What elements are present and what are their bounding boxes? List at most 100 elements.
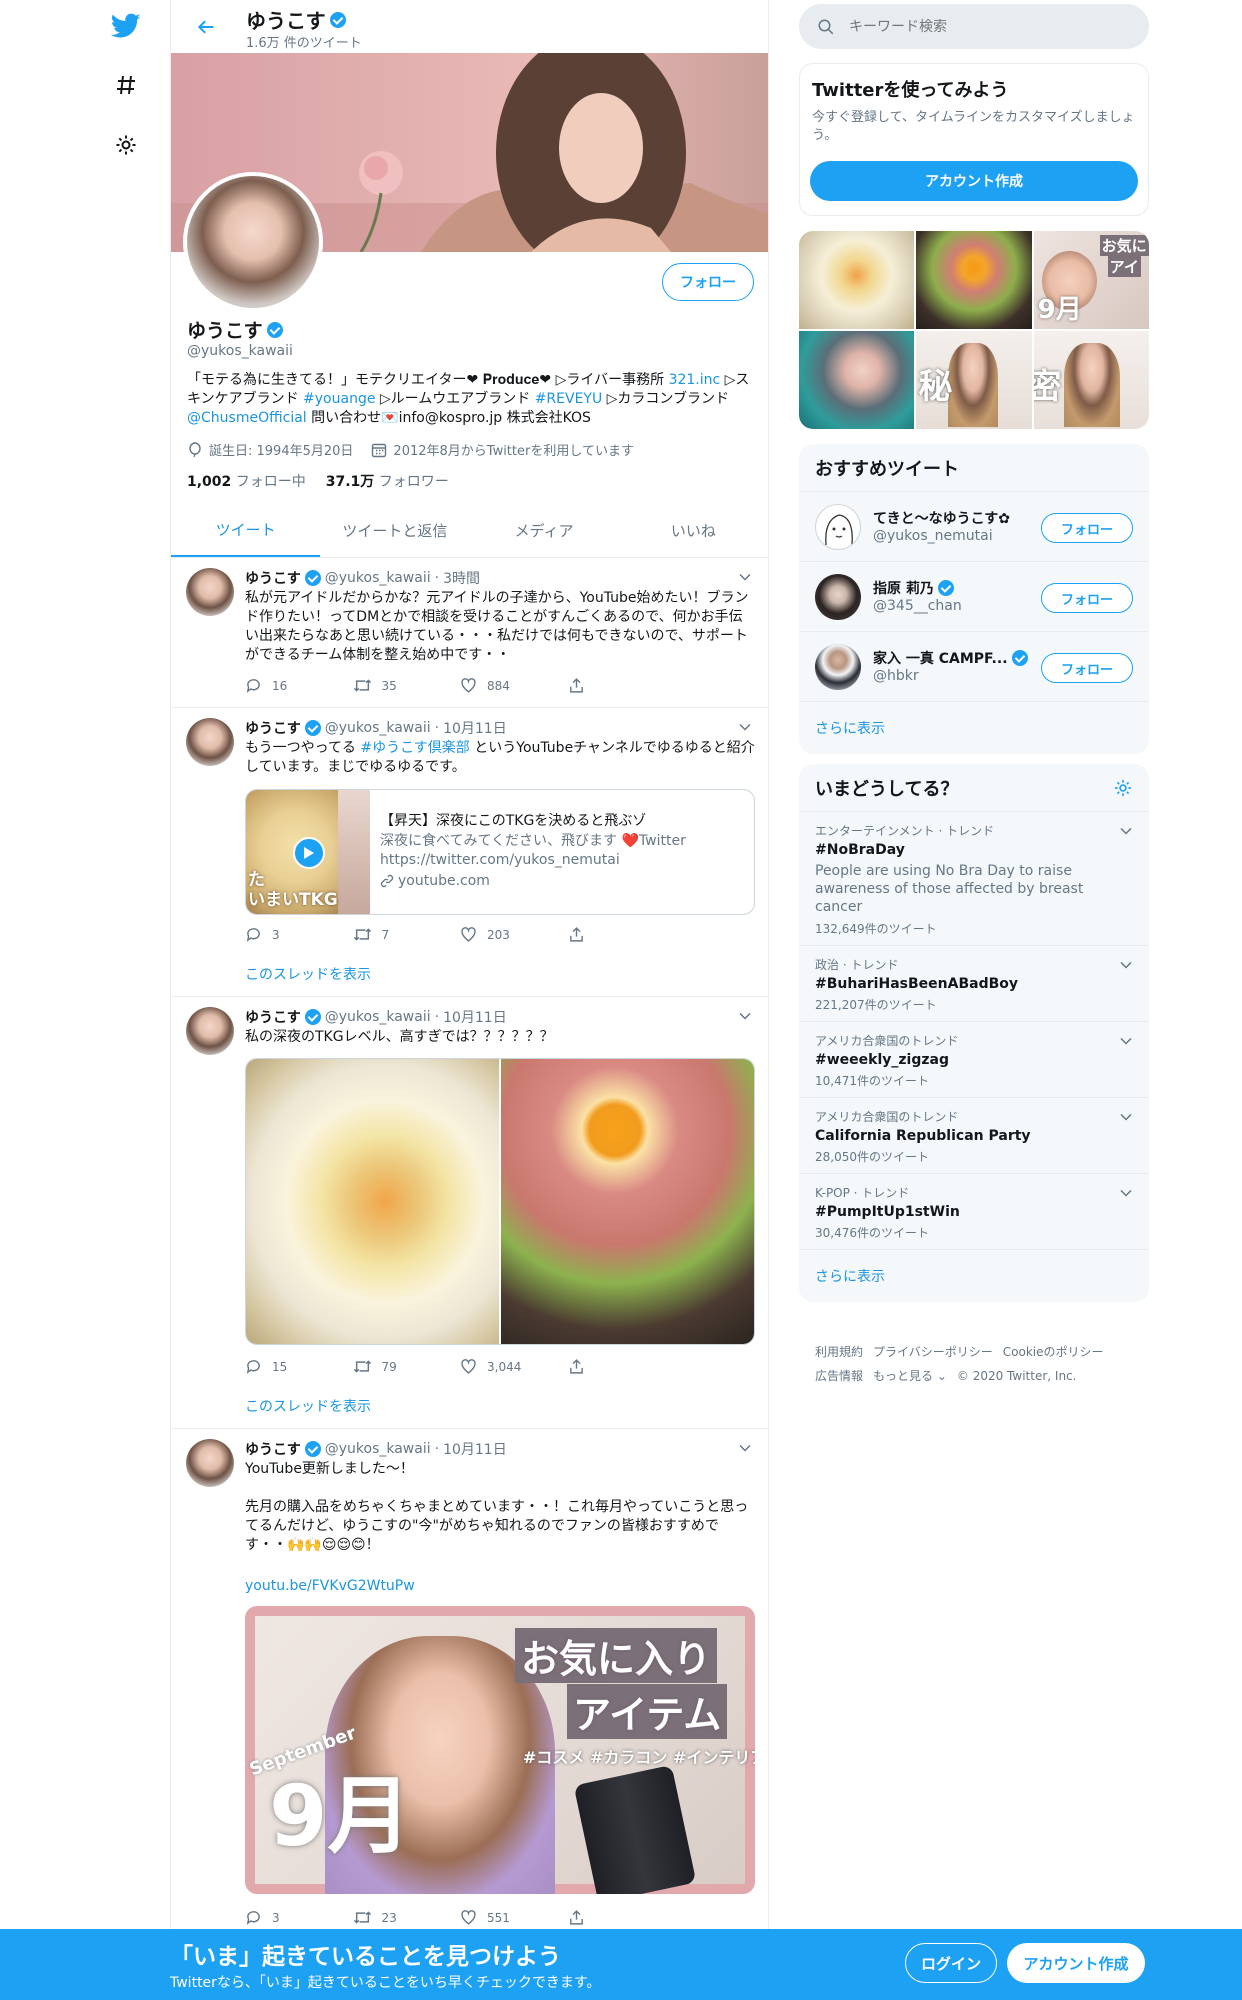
retweet-action[interactable]: 7 — [353, 926, 461, 943]
show-thread-link[interactable]: このスレッドを表示 — [245, 964, 371, 984]
twitter-bird-icon[interactable] — [108, 8, 144, 44]
profile-avatar[interactable] — [183, 172, 323, 312]
avatar[interactable] — [815, 574, 861, 620]
link-card[interactable]: たいまいTKG 【昇天】深夜にこのTKGを決めると飛ぶゾ 深夜に食べてみてくださ… — [245, 789, 755, 915]
media-thumb[interactable]: 密 — [1033, 331, 1149, 429]
tweet-author-name[interactable]: ゆうこす — [245, 568, 301, 588]
tweet-author-name[interactable]: ゆうこす — [245, 718, 301, 738]
tweet[interactable]: ゆうこす @yukos_kawaii · 10月11日 YouTube更新しまし… — [171, 1429, 768, 1929]
tweet-author-name[interactable]: ゆうこす — [245, 1439, 301, 1459]
search-input[interactable] — [849, 18, 1109, 35]
trend-item[interactable]: K-POP · トレンド #PumpItUp1stWin 30,476件のツイー… — [799, 1174, 1149, 1250]
follow-button[interactable]: フォロー — [1041, 513, 1133, 543]
bio-hashtag[interactable]: #youange — [303, 391, 375, 407]
avatar[interactable] — [186, 568, 234, 616]
footer-link-privacy[interactable]: プライバシーポリシー — [873, 1340, 993, 1364]
tweet-handle[interactable]: @yukos_kawaii — [325, 720, 431, 736]
who-item[interactable]: てきと〜なゆうこす✿ @yukos_nemutai フォロー — [799, 492, 1149, 562]
create-account-button[interactable]: アカウント作成 — [810, 161, 1138, 201]
reply-action[interactable]: 15 — [245, 1358, 353, 1375]
chevron-down-icon[interactable] — [1119, 1034, 1133, 1048]
who-name[interactable]: 指原 莉乃 — [873, 578, 954, 598]
tab-media[interactable]: メディア — [470, 503, 619, 557]
avatar[interactable] — [815, 644, 861, 690]
bio-link[interactable]: 321.inc — [669, 372, 721, 388]
retweet-action[interactable]: 79 — [353, 1358, 461, 1375]
avatar[interactable] — [815, 504, 861, 550]
follow-button[interactable]: フォロー — [662, 263, 754, 301]
who-name[interactable]: てきと〜なゆうこす✿ — [873, 508, 1010, 528]
footer-link-ads[interactable]: 広告情報 — [815, 1364, 863, 1388]
tweet-time[interactable]: 10月11日 — [443, 1439, 507, 1459]
retweet-action[interactable]: 35 — [353, 677, 461, 694]
chevron-down-icon[interactable] — [738, 1441, 752, 1455]
bio-mention[interactable]: @ChusmeOfficial — [187, 410, 307, 426]
media-thumb[interactable] — [916, 231, 1032, 329]
youtube-thumbnail[interactable]: お気に入り アイテム #コスメ #カラコン #インテリア September 9… — [245, 1606, 755, 1894]
tweet-time[interactable]: 10月11日 — [443, 1007, 507, 1027]
back-arrow-icon[interactable] — [189, 10, 223, 44]
footer-link-more[interactable]: もっと見る ⌄ — [873, 1364, 947, 1388]
trend-item[interactable]: アメリカ合衆国のトレンド #weeekly_zigzag 10,471件のツイー… — [799, 1022, 1149, 1098]
chevron-down-icon[interactable] — [738, 1009, 752, 1023]
tkg-photo-2[interactable] — [501, 1059, 754, 1344]
like-action[interactable]: 551 — [460, 1909, 568, 1926]
trend-item[interactable]: アメリカ合衆国のトレンド California Republican Party… — [799, 1098, 1149, 1174]
tab-tweets-and-replies[interactable]: ツイートと返信 — [320, 503, 469, 557]
chevron-down-icon[interactable] — [1119, 1110, 1133, 1124]
chevron-down-icon[interactable] — [738, 720, 752, 734]
chevron-down-icon[interactable] — [1119, 1186, 1133, 1200]
tweet-time[interactable]: 10月11日 — [443, 718, 507, 738]
tab-likes[interactable]: いいね — [619, 503, 768, 557]
tweet-author-name[interactable]: ゆうこす — [245, 1007, 301, 1027]
who-item[interactable]: 家入 一真 CAMPF... @hbkr フォロー — [799, 632, 1149, 702]
tweet-hashtag[interactable]: #ゆうこす倶楽部 — [360, 740, 469, 756]
like-action[interactable]: 884 — [460, 677, 568, 694]
gear-icon[interactable] — [1113, 778, 1133, 798]
tweet[interactable]: ゆうこす @yukos_kawaii · 10月11日 私の深夜のTKGレベル、… — [171, 997, 768, 1429]
like-action[interactable]: 3,044 — [460, 1358, 568, 1375]
who-name[interactable]: 家入 一真 CAMPF... — [873, 648, 1028, 668]
tweet-handle[interactable]: @yukos_kawaii — [325, 1009, 431, 1025]
follow-button[interactable]: フォロー — [1041, 653, 1133, 683]
like-action[interactable]: 203 — [460, 926, 568, 943]
show-more-link[interactable]: さらに表示 — [799, 1250, 1149, 1302]
share-action[interactable] — [568, 1909, 676, 1926]
media-thumb[interactable]: お気に アイ 9月 — [1033, 231, 1149, 329]
tab-tweets[interactable]: ツイート — [171, 503, 321, 557]
chevron-down-icon[interactable] — [738, 570, 752, 584]
tweet-handle[interactable]: @yukos_kawaii — [325, 570, 431, 586]
gear-icon[interactable] — [108, 127, 144, 163]
trend-item[interactable]: エンターテインメント · トレンド #NoBraDay People are u… — [799, 812, 1149, 946]
share-action[interactable] — [568, 1358, 676, 1375]
tweet[interactable]: ゆうこす @yukos_kawaii · 3時間 私が元アイドルだからかな？元ア… — [171, 558, 768, 708]
search-box[interactable] — [799, 4, 1149, 49]
show-more-link[interactable]: さらに表示 — [799, 702, 1149, 754]
chevron-down-icon[interactable] — [1119, 824, 1133, 838]
show-thread-link[interactable]: このスレッドを表示 — [245, 1396, 371, 1416]
login-button[interactable]: ログイン — [905, 1943, 997, 1983]
chevron-down-icon[interactable] — [1119, 958, 1133, 972]
tweet-handle[interactable]: @yukos_kawaii — [325, 1441, 431, 1457]
trend-item[interactable]: 政治 · トレンド #BuhariHasBeenABadBoy 221,207件… — [799, 946, 1149, 1022]
media-thumb[interactable]: 秘 — [916, 331, 1032, 429]
tweet[interactable]: ゆうこす @yukos_kawaii · 10月11日 もう一つやってる #ゆう… — [171, 708, 768, 997]
tweet-link[interactable]: youtu.be/FVKvG2WtuPw — [245, 1577, 755, 1596]
play-icon[interactable] — [293, 837, 325, 869]
followers-link[interactable]: 37.1万 フォロワー — [326, 471, 449, 491]
media-thumb[interactable] — [799, 331, 915, 429]
reply-action[interactable]: 3 — [245, 926, 353, 943]
hashtag-icon[interactable] — [108, 67, 144, 103]
reply-action[interactable]: 3 — [245, 1909, 353, 1926]
who-item[interactable]: 指原 莉乃 @345__chan フォロー — [799, 562, 1149, 632]
avatar[interactable] — [186, 718, 234, 766]
footer-link-cookies[interactable]: Cookieのポリシー — [1003, 1340, 1104, 1364]
tkg-photo-1[interactable] — [246, 1059, 499, 1344]
avatar[interactable] — [186, 1439, 234, 1487]
following-link[interactable]: 1,002 フォロー中 — [187, 471, 306, 491]
avatar[interactable] — [186, 1007, 234, 1055]
share-action[interactable] — [568, 926, 676, 943]
retweet-action[interactable]: 23 — [353, 1909, 461, 1926]
footer-link-terms[interactable]: 利用規約 — [815, 1340, 863, 1364]
signup-button[interactable]: アカウント作成 — [1007, 1943, 1145, 1983]
